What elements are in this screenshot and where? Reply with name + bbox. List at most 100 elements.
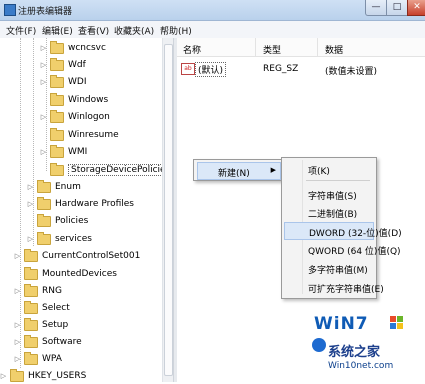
tree-item-setup[interactable]: ▷ Setup — [14, 317, 68, 333]
windows-flag-icon — [390, 316, 404, 330]
tree-item-label: Setup — [42, 320, 69, 330]
tree-item-wdi[interactable]: ▷ WDI — [40, 74, 86, 90]
string-value-icon: ab — [181, 63, 195, 75]
expand-arrow-icon[interactable]: ▷ — [40, 148, 47, 156]
column-type-header[interactable]: 类型 — [263, 43, 281, 56]
tree-item-label: MountedDevices — [42, 269, 117, 279]
expand-arrow-icon[interactable]: ▷ — [27, 235, 34, 243]
menu-item-multi-string-value[interactable]: 多字符串值(M) — [284, 260, 372, 276]
menu-view[interactable]: 查看(V) — [78, 24, 109, 37]
folder-icon — [37, 196, 51, 210]
expand-arrow-icon[interactable]: ▷ — [0, 372, 7, 380]
expand-arrow-icon[interactable]: ▷ — [14, 321, 21, 329]
menu-item-binary-value[interactable]: 二进制值(B) — [284, 204, 372, 220]
menu-item-label: 多字符串值(M) — [308, 266, 368, 276]
tree-item-label: wcncsvc — [68, 43, 106, 53]
expand-arrow-icon[interactable]: ▷ — [40, 44, 47, 52]
expand-arrow-icon[interactable]: ▷ — [27, 200, 34, 208]
tree-item-winlogon[interactable]: ▷ Winlogon — [40, 109, 110, 125]
folder-icon — [24, 334, 38, 348]
tree-item-select[interactable]: Select — [14, 300, 70, 316]
value-row-default[interactable]: ab (默认) REG_SZ (数值未设置) — [177, 60, 425, 77]
column-separator[interactable] — [255, 38, 256, 56]
menu-help[interactable]: 帮助(H) — [160, 24, 192, 37]
site-watermark: WiN7 系统之家 Win10net.com — [310, 310, 425, 382]
menu-item-new[interactable]: 新建(N) ▶ — [197, 162, 281, 180]
expand-arrow-icon — [40, 167, 47, 174]
tree-item-label: Hardware Profiles — [55, 199, 134, 209]
menu-separator — [306, 180, 370, 181]
tree-item-policies[interactable]: Policies — [27, 213, 88, 229]
menu-item-qword-value[interactable]: QWORD (64 位)值(Q) — [284, 241, 401, 257]
value-data: (数值未设置) — [325, 67, 378, 77]
expand-arrow-icon[interactable]: ▷ — [14, 287, 21, 295]
tree-item-label: WPA — [42, 354, 62, 364]
folder-icon — [24, 351, 38, 365]
scrollbar-thumb[interactable] — [164, 44, 173, 376]
column-separator[interactable] — [317, 38, 318, 56]
new-submenu: 项(K) 字符串值(S) 二进制值(B) DWORD (32-位)值(D) QW… — [281, 157, 402, 299]
minimize-button[interactable]: — — [365, 0, 387, 16]
tree-item-rng[interactable]: ▷ RNG — [14, 283, 62, 299]
folder-icon — [24, 266, 38, 280]
folder-icon — [24, 283, 38, 297]
tree-item-winresume[interactable]: Winresume — [40, 127, 119, 143]
menu-edit[interactable]: 编辑(E) — [42, 24, 73, 37]
tree-item-services[interactable]: ▷ services — [27, 231, 92, 247]
tree-item-label: HKEY_USERS — [28, 371, 87, 381]
tree-item-mounteddevices[interactable]: MountedDevices — [14, 266, 117, 282]
menu-item-dword-value[interactable]: DWORD (32-位)值(D) — [284, 222, 402, 240]
expand-arrow-icon — [40, 97, 47, 104]
tree-item-wdf[interactable]: ▷ Wdf — [40, 57, 86, 73]
site-url: Win10net.com — [328, 361, 394, 371]
tree-item-wmi[interactable]: ▷ WMI — [40, 144, 87, 160]
regedit-app-icon — [4, 4, 16, 16]
expand-arrow-icon[interactable]: ▷ — [14, 338, 21, 346]
expand-arrow-icon — [14, 271, 21, 278]
tree-item-hardware-profiles[interactable]: ▷ Hardware Profiles — [27, 196, 134, 212]
site-logo-icon — [312, 338, 326, 352]
menu-item-string-value[interactable]: 字符串值(S) — [284, 186, 372, 202]
expand-arrow-icon[interactable]: ▷ — [40, 113, 47, 121]
menu-file[interactable]: 文件(F) — [6, 24, 36, 37]
menu-item-label: 可扩充字符串值(E) — [308, 285, 384, 295]
menu-favorites[interactable]: 收藏夹(A) — [114, 24, 154, 37]
pane-splitter[interactable] — [173, 38, 177, 382]
maximize-button[interactable]: □ — [386, 0, 408, 16]
tree-item-currentcontrolset001[interactable]: ▷ CurrentControlSet001 — [14, 248, 140, 264]
tree-item-windows[interactable]: Windows — [40, 92, 108, 108]
site-name: 系统之家 — [328, 345, 381, 360]
expand-arrow-icon[interactable]: ▷ — [14, 355, 21, 363]
folder-icon — [37, 231, 51, 245]
folder-icon — [50, 57, 64, 71]
context-menu: 新建(N) ▶ — [193, 159, 283, 181]
tree-scrollbar[interactable] — [162, 38, 173, 382]
column-name-header[interactable]: 名称 — [183, 43, 201, 56]
folder-icon — [50, 40, 64, 54]
tree-item-wpa[interactable]: ▷ WPA — [14, 351, 62, 367]
expand-arrow-icon[interactable]: ▷ — [40, 61, 47, 69]
expand-arrow-icon[interactable]: ▷ — [40, 78, 47, 86]
folder-icon — [50, 144, 64, 158]
folder-icon — [50, 74, 64, 88]
folder-icon — [50, 162, 64, 176]
expand-arrow-icon — [14, 305, 21, 312]
window-title: 注册表编辑器 — [18, 7, 73, 17]
tree-item-software[interactable]: ▷ Software — [14, 334, 82, 350]
tree-item-storagedevicepolicies[interactable]: StorageDevicePolicies — [40, 162, 174, 178]
tree-item-label: Windows — [68, 95, 109, 105]
tree-item-enum[interactable]: ▷ Enum — [27, 179, 81, 195]
menu-item-key[interactable]: 项(K) — [284, 161, 372, 177]
menu-item-label: 二进制值(B) — [308, 210, 358, 220]
value-list-header: 名称 类型 数据 — [177, 38, 425, 57]
column-data-header[interactable]: 数据 — [325, 43, 343, 56]
close-button[interactable]: ✕ — [407, 0, 425, 16]
tree-item-label: services — [55, 234, 92, 244]
tree-item-label: WMI — [68, 147, 88, 157]
menu-item-expandable-string-value[interactable]: 可扩充字符串值(E) — [284, 279, 384, 295]
expand-arrow-icon[interactable]: ▷ — [27, 183, 34, 191]
tree-item-label: CurrentControlSet001 — [42, 251, 141, 261]
folder-icon — [24, 300, 38, 314]
expand-arrow-icon[interactable]: ▷ — [14, 252, 21, 260]
tree-item-wcncsvc[interactable]: ▷ wcncsvc — [40, 40, 106, 56]
